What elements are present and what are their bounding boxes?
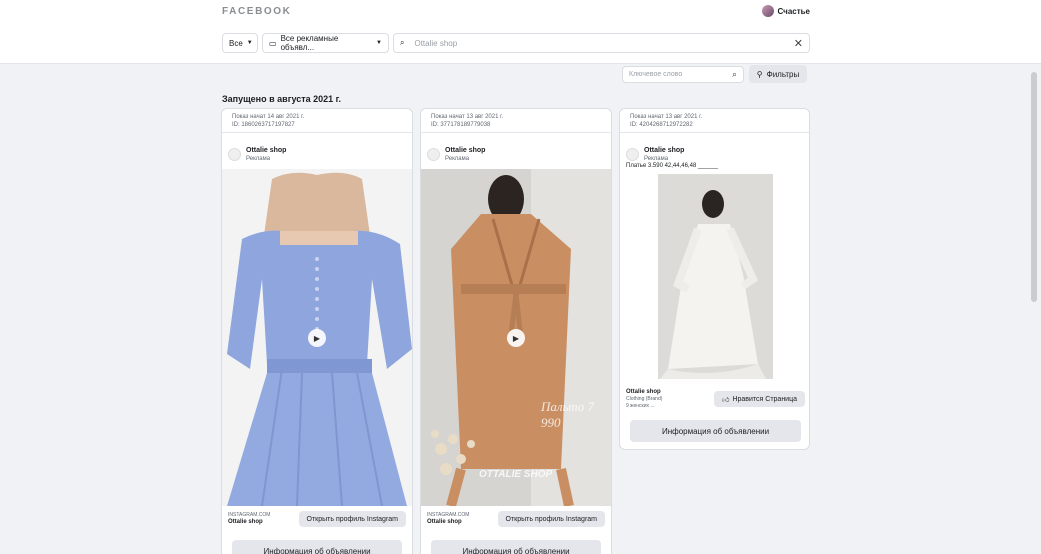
like-page-label: Нравится Страница: [732, 395, 797, 403]
search-row: Все ▼ ▭ Все рекламные объявл... ▼ ⌕ Otta…: [222, 33, 810, 53]
page-name: Ottalie shop: [626, 388, 661, 395]
search-icon: ⌕: [731, 69, 737, 79]
sponsored-label: Реклама: [246, 155, 271, 162]
source-name: Ottalie shop: [427, 519, 462, 525]
ad-meta: Показ начат 13 авг 2021 г. ID: 420426871…: [620, 109, 809, 133]
ad-image[interactable]: [658, 174, 773, 379]
sponsored-label: Реклама: [644, 155, 669, 162]
advertiser-name[interactable]: Ottalie shop: [246, 147, 286, 155]
open-instagram-button[interactable]: Открыть профиль Instagram: [497, 511, 605, 527]
filters-button[interactable]: ⚲ Фильтры: [749, 65, 807, 83]
sponsored-label: Реклама: [445, 155, 470, 162]
top-bar: FACEBOOK Счастье Все ▼ ▭ Все рекламные о…: [0, 0, 1041, 64]
advertiser-row: Ottalie shop Реклама: [222, 133, 412, 169]
monitor-icon: ▭: [269, 38, 277, 48]
ad-id: ID: 1860263717197827: [232, 122, 295, 128]
scope-dropdown[interactable]: Все ▼: [222, 33, 258, 53]
ad-footer: INSTAGRAM.COM Ottalie shop Открыть профи…: [222, 506, 412, 532]
scrollbar[interactable]: [1031, 72, 1037, 302]
source-domain: INSTAGRAM.COM: [228, 512, 271, 518]
advertiser-logo[interactable]: [228, 148, 241, 161]
play-icon[interactable]: ▶: [308, 329, 326, 347]
page-info: Ottalie shop Clothing (Brand) 9 женских …: [626, 389, 662, 410]
filter-icon: ⚲: [756, 69, 763, 79]
keyword-placeholder: Ключевое слово: [629, 71, 683, 78]
source-name: Ottalie shop: [228, 519, 263, 525]
advertiser-name[interactable]: Ottalie shop: [644, 147, 684, 155]
advertiser-logo[interactable]: [626, 148, 639, 161]
ad-footer: Ottalie shop Clothing (Brand) 9 женских …: [620, 386, 809, 442]
user-avatar: [761, 5, 774, 17]
ad-info-button[interactable]: Информация об объявлении: [630, 420, 801, 442]
white-dress-illustration: [658, 174, 773, 379]
advertiser-logo[interactable]: [427, 148, 440, 161]
keyword-input[interactable]: Ключевое слово ⌕: [622, 66, 744, 83]
ad-source: INSTAGRAM.COM Ottalie shop: [427, 512, 469, 526]
page-footer: Ottalie shop Clothing (Brand) 9 женских …: [620, 386, 809, 412]
ad-caption: Платье 3.590 42,44,46,48 ______: [626, 163, 718, 169]
advertiser-row: Ottalie shop Реклама: [421, 133, 611, 169]
filters-label: Фильтры: [766, 69, 800, 79]
ad-id: ID: 377178189779038: [431, 122, 491, 128]
search-query: Ottalie shop: [414, 38, 458, 48]
search-input[interactable]: ⌕ Ottalie shop ✕: [393, 33, 810, 53]
ad-card: Показ начат 13 авг 2021 г. ID: 377178189…: [420, 108, 612, 554]
thumbs-up-icon: 👍︎: [722, 396, 730, 404]
ad-type-dropdown[interactable]: ▭ Все рекламные объявл... ▼: [262, 33, 389, 53]
brand-watermark: OTTALIE SHOP: [479, 469, 553, 480]
ad-type-label: Все рекламные объявл...: [280, 34, 339, 52]
source-domain: INSTAGRAM.COM: [427, 512, 470, 518]
close-icon[interactable]: ✕: [794, 37, 803, 50]
page-likes: 9 женских ...: [626, 402, 655, 409]
user-name: Счастье: [777, 6, 811, 16]
ad-id: ID: 4204268712972282: [630, 122, 693, 128]
search-icon: ⌕: [400, 38, 405, 47]
ad-video[interactable]: ▶: [222, 169, 412, 506]
ad-card: Показ начат 14 авг 2021 г. ID: 186026371…: [221, 108, 413, 554]
ad-status: Показ начат 13 авг 2021 г.: [630, 114, 703, 120]
ad-status: Показ начат 13 авг 2021 г.: [431, 114, 504, 120]
user-menu[interactable]: Счастье: [761, 5, 811, 17]
ad-card: Показ начат 13 авг 2021 г. ID: 420426871…: [619, 108, 810, 450]
price-watermark: Пальто 7 990: [541, 399, 594, 430]
scope-label: Все: [229, 38, 243, 48]
page-category: Clothing (Brand): [626, 395, 663, 402]
ad-footer: INSTAGRAM.COM Ottalie shop Открыть профи…: [421, 506, 611, 532]
ad-video[interactable]: ▶ Пальто 7 990 OTTALIE SHOP: [421, 169, 611, 506]
like-page-button[interactable]: 👍︎ Нравится Страница: [714, 391, 805, 407]
advertiser-name[interactable]: Ottalie shop: [445, 147, 485, 155]
play-icon[interactable]: ▶: [507, 329, 525, 347]
ad-info-button[interactable]: Информация об объявлении: [232, 540, 402, 554]
ad-meta: Показ начат 14 авг 2021 г. ID: 186026371…: [222, 109, 412, 133]
ad-source: INSTAGRAM.COM Ottalie shop: [228, 512, 270, 526]
ad-status: Показ начат 14 авг 2021 г.: [232, 114, 305, 120]
brand-logo[interactable]: FACEBOOK: [222, 6, 291, 17]
chevron-down-icon: ▼: [376, 40, 382, 46]
launched-heading: Запущено в августа 2021 г.: [222, 94, 342, 104]
chevron-down-icon: ▼: [246, 40, 253, 46]
ad-info-button[interactable]: Информация об объявлении: [431, 540, 601, 554]
ad-meta: Показ начат 13 авг 2021 г. ID: 377178189…: [421, 109, 611, 133]
open-instagram-button[interactable]: Открыть профиль Instagram: [298, 511, 406, 527]
